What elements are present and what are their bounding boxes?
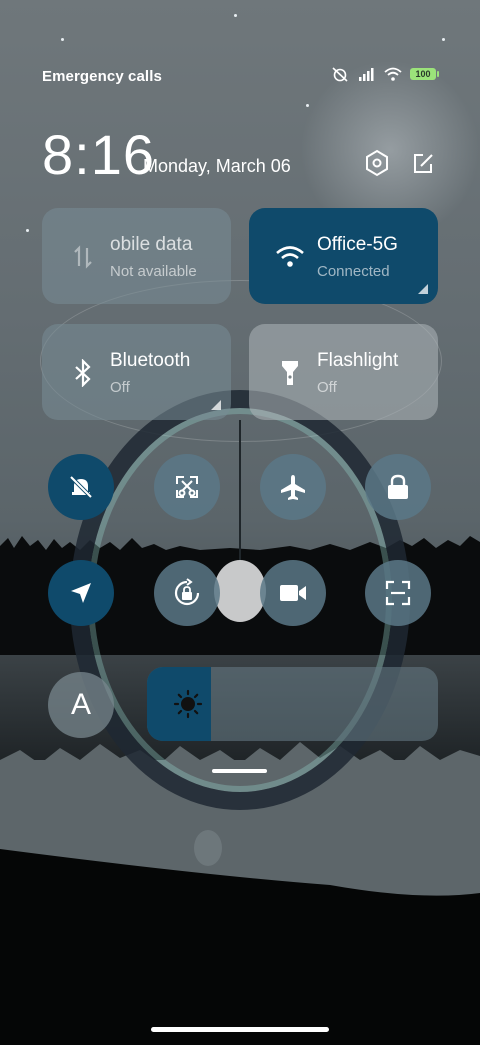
tile-name: Flashlight (317, 350, 399, 371)
tile-bluetooth[interactable]: Bluetooth Off (42, 324, 231, 420)
lock-screen-button[interactable] (365, 454, 431, 520)
sun-icon (173, 689, 203, 719)
airplane-mode-button[interactable] (260, 454, 326, 520)
font-size-button[interactable]: A (48, 672, 114, 738)
flashlight-icon (275, 358, 305, 388)
panel-handle[interactable] (212, 769, 267, 773)
location-icon (71, 583, 91, 603)
settings-hex-icon[interactable] (362, 148, 392, 178)
wifi-icon (275, 242, 305, 272)
tile-status: Connected (317, 263, 390, 280)
signal-icon (359, 68, 374, 81)
mute-toggle-button[interactable] (48, 454, 114, 520)
expand-corner-icon[interactable] (418, 284, 428, 294)
wifi-icon (384, 67, 402, 81)
location-button[interactable] (48, 560, 114, 626)
edit-icon[interactable] (408, 149, 438, 179)
scissors-icon (176, 476, 198, 498)
carrier-text: Emergency calls o (42, 68, 164, 85)
tile-mobile-data[interactable]: obile data Not available (42, 208, 231, 304)
tile-name: Bluetooth (110, 350, 191, 371)
star (61, 38, 64, 41)
video-camera-icon (280, 585, 306, 601)
scanner-button[interactable] (365, 560, 431, 626)
tile-status: Not available (110, 263, 197, 280)
brightness-slider[interactable] (147, 667, 438, 741)
home-indicator[interactable] (151, 1027, 329, 1032)
status-icons: 100 (330, 66, 439, 82)
screenshot-button[interactable] (154, 454, 220, 520)
star (26, 229, 29, 232)
clock-time: 8:16 (42, 123, 155, 186)
tile-name: obile data (110, 234, 193, 255)
star (306, 104, 309, 107)
clock-date: Monday, March 06 (143, 156, 291, 176)
tile-wifi[interactable]: Office-5G Connected (249, 208, 438, 304)
airplane-icon (281, 475, 305, 500)
tile-status: Off (110, 379, 130, 396)
ring-line (239, 420, 241, 560)
rotation-lock-button[interactable] (154, 560, 220, 626)
star (234, 14, 237, 17)
scan-icon (385, 580, 411, 606)
tile-status: Off (317, 379, 337, 396)
expand-corner-icon[interactable] (211, 400, 221, 410)
mute-bell-icon (69, 475, 93, 499)
tile-flashlight[interactable]: Flashlight Off (249, 324, 438, 420)
muted-alarm-icon (332, 67, 348, 82)
bluetooth-icon (68, 358, 98, 388)
mobile-data-icon (68, 242, 98, 272)
battery-icon: 100 (410, 68, 439, 80)
star (442, 38, 445, 41)
tile-name: Office-5G (317, 234, 398, 255)
screen-record-button[interactable] (260, 560, 326, 626)
dark-ground (0, 849, 480, 1045)
font-icon: A (70, 688, 91, 721)
rotation-lock-icon (174, 578, 200, 606)
decorative-oval (194, 830, 222, 866)
lock-icon (388, 474, 408, 499)
ring-knob (214, 560, 266, 622)
